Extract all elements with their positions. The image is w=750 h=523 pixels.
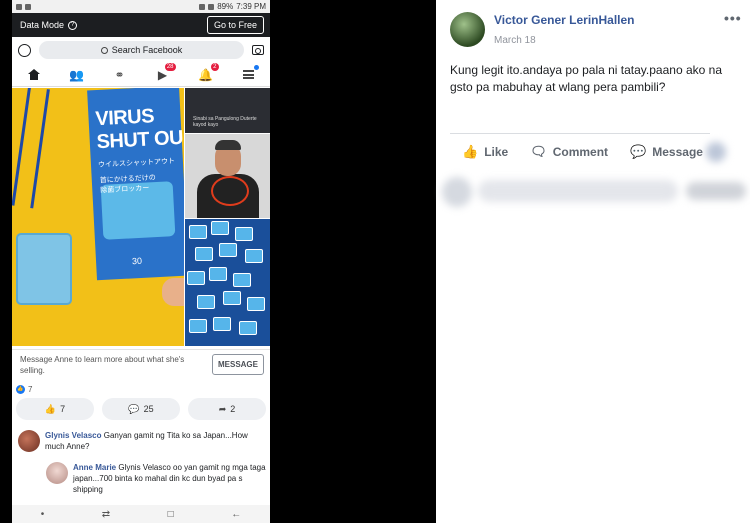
comment-button[interactable]: 💬 25 — [102, 398, 180, 420]
notification-badge: 2 — [211, 62, 219, 71]
signal-icon — [199, 3, 206, 10]
message-button[interactable]: 💬 Message — [630, 144, 703, 160]
reply-body: Anne Marie Glynis Velasco oo yan gamit n… — [73, 462, 268, 495]
android-nav-bar: • ⇄ □ ← — [12, 505, 270, 523]
phone-screenshot: 89% 7:39 PM Data Mode ? Go to Free Searc… — [12, 0, 270, 523]
thumbs-up-icon: 👍 — [44, 403, 57, 414]
avatar[interactable] — [450, 12, 485, 47]
avatar[interactable] — [18, 430, 40, 452]
message-icon: 💬 — [630, 144, 647, 159]
reaction-count: 7 — [28, 384, 33, 394]
messenger-icon[interactable]: ⚭ — [113, 68, 127, 82]
commenter-name[interactable]: Glynis Velasco — [45, 431, 101, 440]
gallery-icon — [16, 3, 22, 10]
home-icon[interactable] — [27, 68, 41, 82]
menu-icon[interactable] — [242, 64, 259, 82]
like-button[interactable]: 👍 7 — [16, 398, 94, 420]
post-date[interactable]: March 18 — [494, 35, 536, 46]
post-text: Kung legit ito.andaya po pala ni tatay.p… — [450, 63, 722, 94]
box-title: VIRUS SHUT OU — [94, 105, 184, 154]
product-photo[interactable]: VIRUS SHUT OU ウイルスシャットアウト 首にかけるだけの 除菌ブロッ… — [12, 88, 184, 346]
highlight-circle — [211, 176, 249, 206]
comment-icon: 💬 — [128, 403, 140, 414]
battery-icon — [208, 3, 215, 10]
search-icon — [100, 46, 108, 54]
search-row: Search Facebook — [12, 37, 270, 63]
post-author[interactable]: Victor Gener LerinHallen — [494, 13, 635, 27]
more-options-icon[interactable]: ••• — [724, 10, 742, 26]
blocker-card — [16, 233, 72, 305]
like-button[interactable]: 👍 Like — [462, 144, 508, 160]
bell-icon[interactable]: 🔔 2 — [198, 62, 219, 82]
clock: 7:39 PM — [236, 2, 266, 11]
post-action-bar: 👍 Like 🗨 Comment 💬 Message — [462, 141, 732, 163]
divider — [450, 133, 710, 134]
watch-icon[interactable]: ▶ 28 — [156, 62, 176, 82]
recents-icon[interactable]: ⇄ — [102, 509, 110, 520]
home-square-icon[interactable]: □ — [168, 509, 174, 520]
data-mode-label: Data Mode — [20, 20, 65, 30]
message-prompt: Message Anne to learn more about what sh… — [20, 355, 185, 375]
profile-icon[interactable] — [18, 43, 31, 57]
commenter-name[interactable]: Anne Marie — [73, 463, 116, 472]
facebook-post: Victor Gener LerinHallen March 18 ••• Ku… — [436, 0, 750, 523]
box-count: 30 — [131, 255, 143, 267]
go-to-free-button[interactable]: Go to Free — [206, 16, 264, 34]
blurred-comment-area — [436, 142, 750, 217]
box-caption: 首にかけるだけの 除菌ブロッカー — [99, 174, 156, 195]
tab-bar: 👥 ⚭ ▶ 28 🔔 2 — [12, 62, 270, 87]
packages-photo[interactable] — [185, 219, 270, 346]
tv-caption: Sinabi sa Pangulong Duterte kayod kayo — [193, 116, 257, 128]
battery-level: 89% — [217, 2, 234, 11]
friends-icon[interactable]: 👥 — [69, 68, 84, 82]
tv-photo[interactable]: Sinabi sa Pangulong Duterte kayod kayo — [185, 88, 270, 133]
seller-message-row: Message Anne to learn more about what sh… — [12, 349, 270, 379]
reaction-summary[interactable]: 👍 7 — [16, 382, 32, 396]
like-count: 7 — [60, 404, 66, 414]
back-icon[interactable]: ← — [231, 509, 241, 520]
post-action-bar: 👍 7 💬 25 ➦ 2 — [16, 398, 266, 420]
president-photo[interactable] — [185, 134, 270, 218]
comment-body: Glynis Velasco Ganyan gamit ng Tita ko s… — [45, 430, 268, 452]
comment-icon: 🗨 — [530, 144, 547, 159]
share-icon: ➦ — [218, 403, 227, 414]
like-reaction-icon: 👍 — [16, 384, 25, 394]
data-mode-bar: Data Mode ? Go to Free — [12, 13, 270, 37]
search-input[interactable]: Search Facebook — [39, 41, 244, 59]
notification-icon — [25, 3, 31, 10]
thumbs-up-icon: 👍 — [462, 144, 479, 159]
message-label: Message — [652, 145, 703, 159]
message-button[interactable]: MESSAGE — [212, 354, 264, 375]
help-icon[interactable]: ? — [68, 20, 78, 30]
comment-button[interactable]: 🗨 Comment — [530, 144, 608, 160]
share-count: 2 — [230, 404, 236, 414]
reply-item: Anne Marie Glynis Velasco oo yan gamit n… — [46, 462, 268, 495]
status-bar: 89% 7:39 PM — [12, 0, 270, 13]
share-button[interactable]: ➦ 2 — [188, 398, 266, 420]
comment-count: 25 — [143, 404, 154, 414]
post-photo-grid[interactable]: VIRUS SHUT OU ウイルスシャットアウト 首にかけるだけの 除菌ブロッ… — [12, 88, 270, 346]
like-label: Like — [484, 145, 509, 159]
comment-label: Comment — [552, 145, 609, 159]
camera-icon[interactable] — [252, 45, 264, 55]
comment-item: Glynis Velasco Ganyan gamit ng Tita ko s… — [18, 430, 268, 452]
watch-badge: 28 — [164, 62, 176, 71]
avatar[interactable] — [46, 462, 68, 484]
search-placeholder: Search Facebook — [111, 45, 183, 55]
dot-icon[interactable]: • — [41, 509, 45, 520]
